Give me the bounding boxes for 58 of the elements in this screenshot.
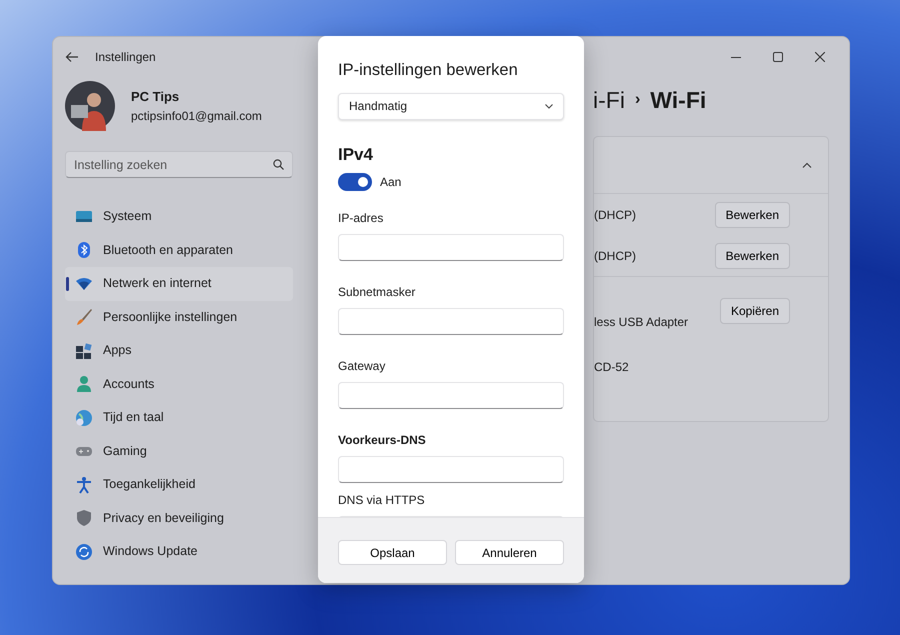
accessibility-icon xyxy=(75,476,93,494)
sidebar-item[interactable]: Apps xyxy=(65,334,293,368)
property-button[interactable]: Bewerken xyxy=(714,202,790,228)
selection-indicator xyxy=(66,277,69,291)
section-heading: IPv4 xyxy=(338,144,374,166)
sidebar-item[interactable]: Toegankelijkheid xyxy=(65,468,293,502)
account-email: pctipsinfo01@gmail.com xyxy=(131,108,262,125)
sidebar-item[interactable]: Tijd en taal xyxy=(65,401,293,434)
page-title: Wi-Fi xyxy=(650,86,706,115)
toggle-switch[interactable] xyxy=(338,173,372,192)
property-value: CD-52 xyxy=(594,358,629,376)
field-label: DNS via HTTPS xyxy=(338,492,426,510)
property-value: less USB Adapter xyxy=(594,314,688,330)
input-field[interactable] xyxy=(338,382,564,410)
sidebar-item[interactable]: Accounts xyxy=(65,368,293,401)
sidebar-item[interactable]: Systeem xyxy=(65,200,293,234)
field-label: Voorkeurs-DNS xyxy=(338,432,427,450)
search-icon xyxy=(273,159,284,170)
bluetooth-icon xyxy=(75,241,93,260)
input-field[interactable] xyxy=(338,234,564,262)
cancel-button[interactable]: Annuleren xyxy=(455,540,564,565)
search-field[interactable]: Instelling zoeken xyxy=(65,151,293,178)
field-label: Subnetmasker xyxy=(338,284,416,302)
brush-icon xyxy=(75,308,93,326)
breadcrumb-parent[interactable]: i-Fi xyxy=(593,83,625,118)
mode-dropdown[interactable]: Handmatig xyxy=(338,92,564,120)
sync-icon xyxy=(75,542,93,561)
property-button[interactable]: Bewerken xyxy=(714,242,790,268)
save-button[interactable]: Opslaan xyxy=(338,540,447,565)
sidebar-item[interactable]: Gaming xyxy=(65,434,293,468)
apps-icon xyxy=(75,342,93,360)
globe-clock-icon xyxy=(75,408,93,427)
close-icon xyxy=(815,52,825,62)
sidebar-item[interactable]: Windows Update xyxy=(65,535,293,568)
input-field[interactable] xyxy=(338,456,564,484)
toggle-label: Aan xyxy=(380,174,402,192)
sidebar-item[interactable]: Netwerk en internet xyxy=(65,267,293,300)
property-value: (DHCP) xyxy=(594,206,636,224)
breadcrumb-separator: › xyxy=(634,90,640,110)
shield-icon xyxy=(75,509,93,528)
person-icon xyxy=(75,375,93,394)
account-name: PC Tips xyxy=(131,88,180,106)
back-icon[interactable] xyxy=(65,51,79,63)
input-field[interactable] xyxy=(338,308,564,336)
chevron-up-icon[interactable] xyxy=(802,162,812,168)
field-label: Gateway xyxy=(338,358,386,376)
property-button[interactable]: Kopiëren xyxy=(720,298,790,324)
field-label: IP-adres xyxy=(338,210,384,228)
window-title: Instellingen xyxy=(95,49,156,66)
sidebar-item[interactable]: Persoonlijke instellingen xyxy=(65,300,293,334)
maximize-icon xyxy=(773,52,783,62)
sidebar-item[interactable]: Bluetooth en apparaten xyxy=(65,234,293,267)
chevron-down-icon xyxy=(545,104,553,109)
dialog-title: IP-instellingen bewerken xyxy=(338,60,519,81)
sidebar-item[interactable]: Privacy en beveiliging xyxy=(65,502,293,535)
avatar-icon xyxy=(65,81,115,131)
property-value: (DHCP) xyxy=(594,248,636,264)
minimize-icon xyxy=(731,56,741,58)
